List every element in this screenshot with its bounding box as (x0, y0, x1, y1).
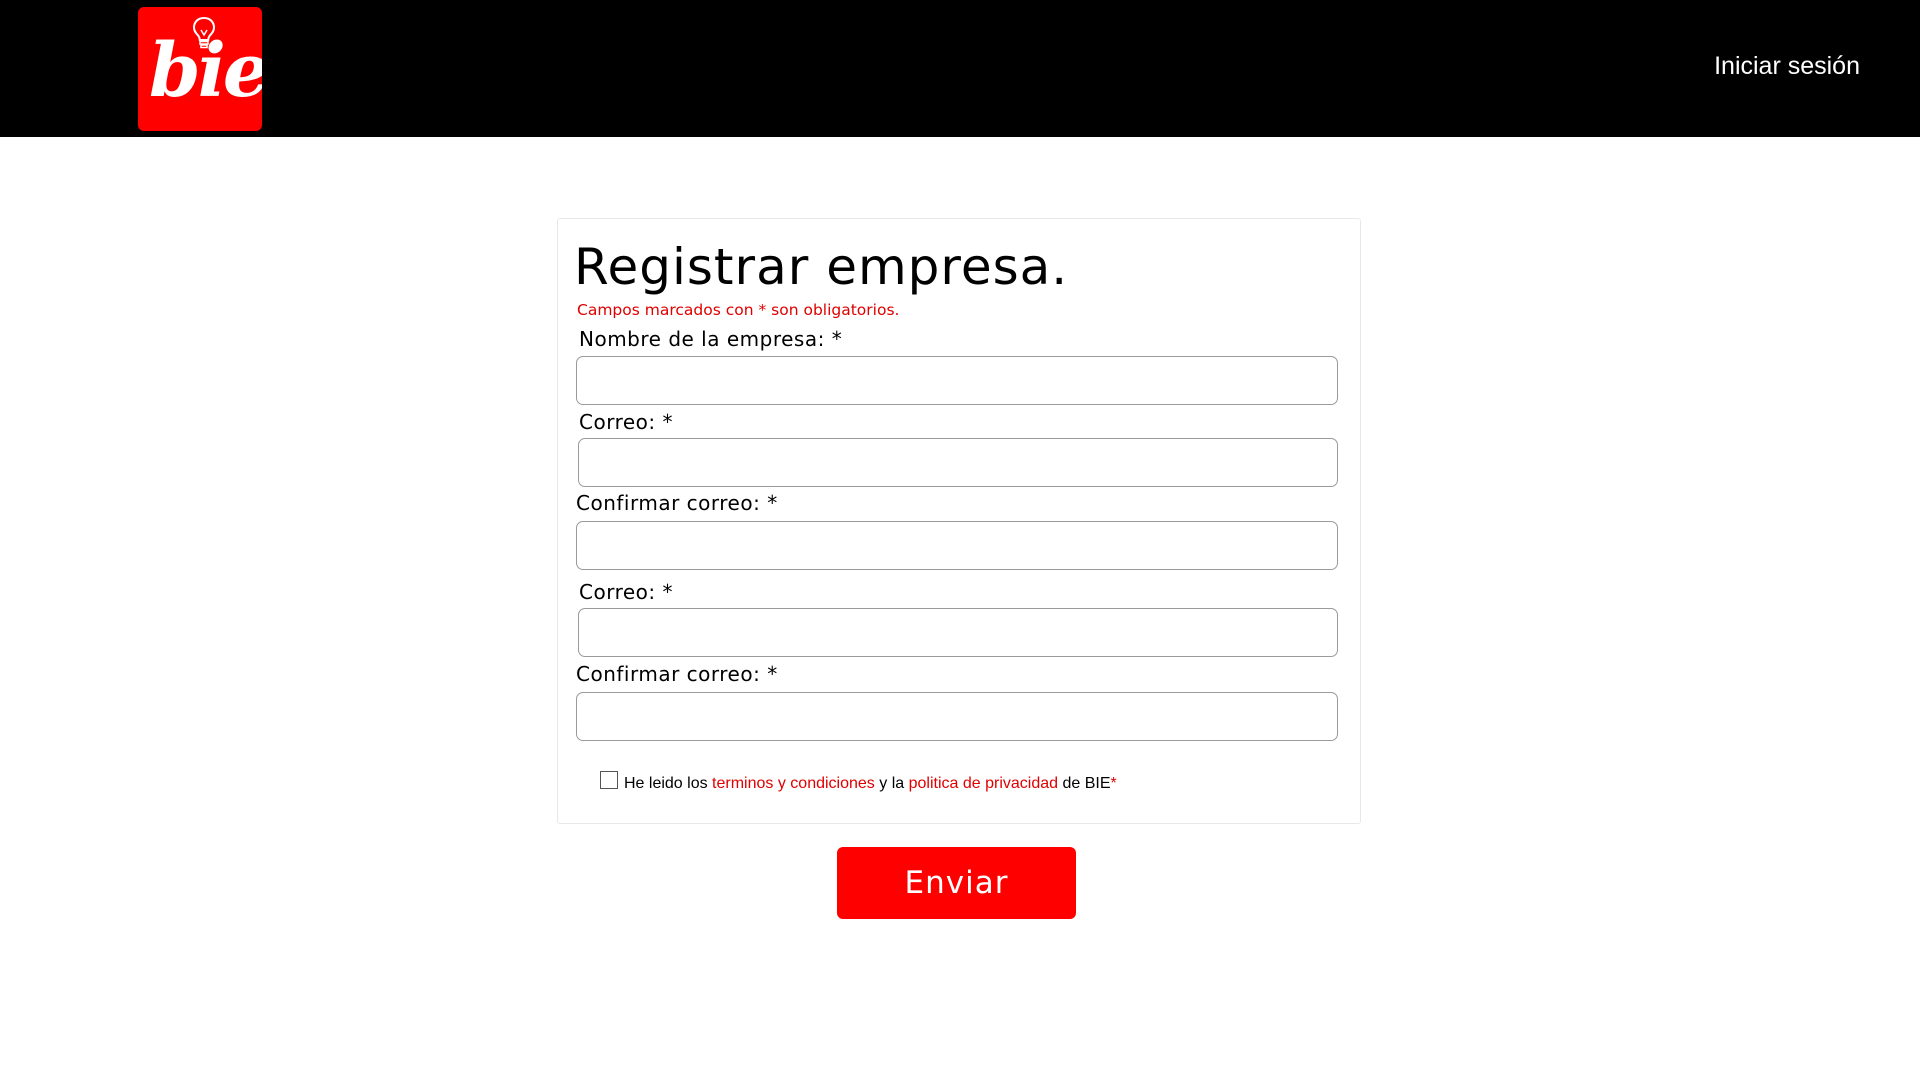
required-fields-note: Campos marcados con * son obligatorios. (577, 301, 900, 319)
logo-wordmark: bie (149, 28, 262, 114)
email-label-2: Correo: * (579, 580, 673, 604)
login-link[interactable]: Iniciar sesión (1714, 52, 1860, 81)
terms-agreement: He leido los terminos y condiciones y la… (600, 771, 1117, 793)
terms-middle: y la (874, 775, 909, 792)
email-input[interactable] (578, 438, 1338, 487)
terms-link[interactable]: terminos y condiciones (712, 775, 875, 792)
register-company-form: Registrar empresa. Campos marcados con *… (557, 218, 1361, 824)
confirm-email-input[interactable] (576, 521, 1338, 570)
confirm-email-label-2: Confirmar correo: * (576, 662, 778, 686)
bie-logo[interactable]: bie (138, 7, 262, 131)
privacy-policy-link[interactable]: politica de privacidad (909, 775, 1058, 792)
company-name-input[interactable] (576, 356, 1338, 405)
submit-button[interactable]: Enviar (837, 847, 1076, 919)
terms-prefix: He leido los (624, 775, 713, 792)
page-title: Registrar empresa. (574, 238, 1069, 296)
company-name-label: Nombre de la empresa: * (579, 327, 843, 351)
required-mark: * (1110, 775, 1117, 792)
terms-suffix: de BIE (1058, 775, 1111, 792)
email-label: Correo: * (579, 410, 673, 434)
email-input-2[interactable] (578, 608, 1338, 657)
confirm-email-label: Confirmar correo: * (576, 491, 778, 515)
confirm-email-input-2[interactable] (576, 692, 1338, 741)
terms-checkbox[interactable] (600, 771, 618, 789)
top-navbar: bie Iniciar sesión (0, 0, 1920, 137)
